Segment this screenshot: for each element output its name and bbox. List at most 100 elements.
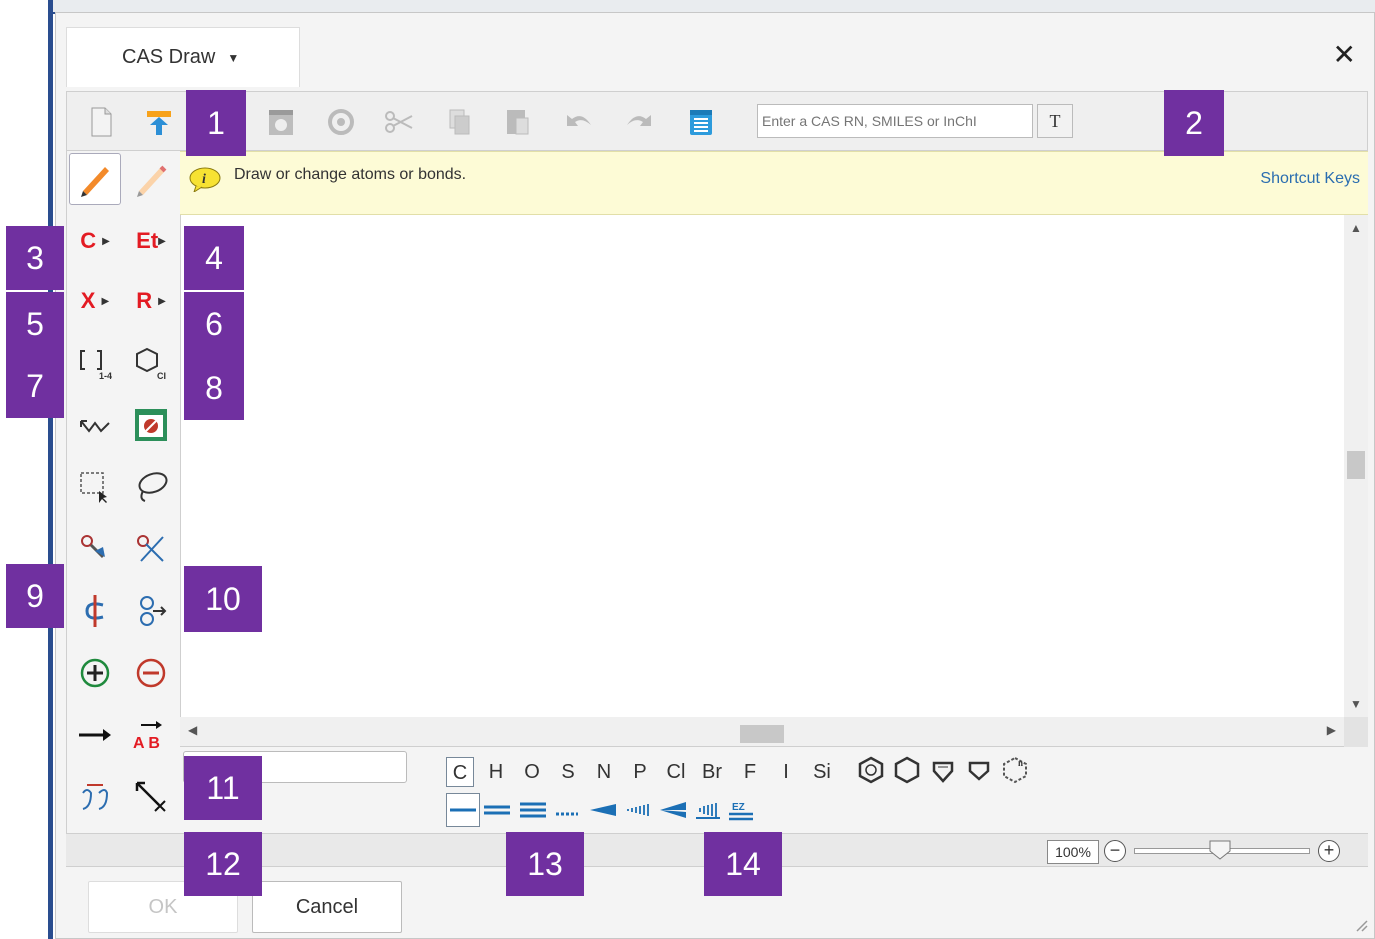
triple-bond-button[interactable] [516, 793, 550, 827]
vertical-scroll-thumb[interactable] [1347, 451, 1365, 479]
pentagon-ring-icon[interactable] [964, 755, 994, 785]
ring-search-tool[interactable]: CI [125, 337, 177, 389]
positive-charge-tool[interactable] [69, 647, 121, 699]
pencil-tool-button[interactable] [69, 153, 121, 205]
zoom-in-button[interactable]: + [1318, 840, 1340, 862]
drawing-canvas[interactable] [180, 215, 1344, 717]
benzene-ring-icon[interactable] [856, 755, 886, 785]
atom-o-button[interactable]: O [518, 757, 546, 787]
hashed-wedge-bond-button[interactable] [620, 793, 654, 827]
double-wedge-bond-button[interactable] [656, 793, 690, 827]
atom-h-button[interactable]: H [482, 757, 510, 787]
new-document-icon[interactable] [81, 102, 121, 142]
repeating-group-tool[interactable]: 1-4 [69, 337, 121, 389]
close-button[interactable]: ✕ [1333, 41, 1356, 69]
scissors-icon[interactable] [379, 102, 419, 142]
callout-6: 6 [184, 292, 244, 356]
copy-icon[interactable] [439, 102, 479, 142]
callout-12: 12 [184, 832, 262, 896]
eraser-pencil-tool-button[interactable] [125, 153, 177, 205]
hint-text: Draw or change atoms or bonds. [234, 166, 467, 183]
attach-bond-tool[interactable] [69, 523, 121, 575]
single-bond-button[interactable] [446, 793, 480, 827]
left-tool-palette: C ▶ Et ▶ X ▶ R ▶ 1-4 CI A B [66, 151, 180, 833]
carbon-atom-tool[interactable]: C ▶ [69, 215, 121, 267]
any-bond-button[interactable] [550, 793, 584, 827]
lasso-select-tool[interactable] [125, 461, 177, 513]
negative-charge-tool[interactable] [125, 647, 177, 699]
text-to-structure-icon: T [1049, 110, 1061, 131]
atom-n-button[interactable]: N [590, 757, 618, 787]
zoom-slider-thumb[interactable] [1208, 839, 1232, 861]
info-icon: i [189, 167, 221, 192]
callout-11: 11 [184, 756, 262, 820]
chain-tool[interactable] [69, 399, 121, 451]
atom-i-button[interactable]: I [772, 757, 800, 787]
horizontal-scroll-thumb[interactable] [740, 725, 784, 743]
atom-f-button[interactable]: F [736, 757, 764, 787]
callout-2: 2 [1164, 90, 1224, 156]
search-structure-button[interactable]: T [1037, 104, 1073, 138]
zoom-out-button[interactable]: − [1104, 840, 1126, 862]
callout-7: 7 [6, 354, 64, 418]
r-group-tool[interactable]: R ▶ [125, 275, 177, 327]
svg-text:EZ: EZ [732, 802, 745, 813]
callout-14: 14 [704, 832, 782, 896]
cas-search-input[interactable] [757, 104, 1033, 138]
backdrop-sidebar-edge [48, 0, 53, 939]
chevron-down-icon: ▼ [227, 50, 240, 65]
atom-br-button[interactable]: Br [698, 757, 726, 787]
scroll-left-arrow-icon[interactable]: ◀ [188, 723, 197, 737]
callout-13: 13 [506, 832, 584, 896]
callout-10: 10 [184, 566, 262, 632]
hint-bar: i Draw or change atoms or bonds. Shortcu… [180, 151, 1368, 215]
reaction-arrow-tool[interactable] [69, 709, 121, 761]
atom-s-button[interactable]: S [554, 757, 582, 787]
reaction-role-tool[interactable]: A B [125, 709, 177, 761]
cyclohexane-ring-icon[interactable] [892, 755, 922, 785]
cyclopentane-ring-icon[interactable] [928, 755, 958, 785]
ez-bond-button[interactable]: EZ [724, 793, 758, 827]
tab-cas-draw[interactable]: CAS Draw ▼ [66, 27, 300, 87]
wedge-bond-button[interactable] [586, 793, 620, 827]
redo-icon[interactable] [619, 102, 659, 142]
atom-c-button[interactable]: C [446, 757, 474, 787]
atom-cl-button[interactable]: Cl [662, 757, 690, 787]
atom-p-button[interactable]: P [626, 757, 654, 787]
halogen-tool[interactable]: X ▶ [69, 275, 121, 327]
atom-bond-palette: C H O S N P Cl Br F I Si n EZ [180, 747, 1368, 833]
vertical-scrollbar[interactable]: ▲ ▼ [1344, 215, 1368, 717]
zoom-level[interactable]: 100% [1047, 840, 1099, 864]
paste-icon[interactable] [497, 102, 537, 142]
atom-si-button[interactable]: Si [808, 757, 836, 787]
marquee-select-tool[interactable] [69, 461, 121, 513]
template-window-tool[interactable] [125, 399, 177, 451]
double-bond-button[interactable] [480, 793, 514, 827]
callout-9: 9 [6, 564, 64, 628]
callout-5: 5 [6, 292, 64, 356]
svg-text:n: n [1018, 758, 1023, 768]
ethyl-group-tool[interactable]: Et ▶ [125, 215, 177, 267]
double-hashed-bond-button[interactable] [690, 793, 724, 827]
atom-mapping-tool[interactable] [69, 771, 121, 823]
center-icon[interactable] [321, 102, 361, 142]
cancel-button[interactable]: Cancel [252, 881, 402, 933]
scroll-right-arrow-icon[interactable]: ▶ [1327, 723, 1336, 737]
scroll-up-arrow-icon[interactable]: ▲ [1344, 221, 1368, 235]
stereo-center-tool[interactable] [69, 585, 121, 637]
delete-tool[interactable] [125, 771, 177, 823]
horizontal-scrollbar[interactable]: ◀ ▶ [180, 717, 1344, 747]
svg-text:1-4: 1-4 [99, 371, 112, 381]
ring-fusion-tool[interactable] [125, 585, 177, 637]
scroll-down-arrow-icon[interactable]: ▼ [1344, 697, 1368, 711]
cut-bond-tool[interactable] [125, 523, 177, 575]
undo-icon[interactable] [559, 102, 599, 142]
import-icon[interactable] [139, 102, 179, 142]
structure-list-icon[interactable] [681, 102, 721, 142]
n-ring-icon[interactable]: n [1000, 755, 1030, 785]
svg-text:A B: A B [133, 735, 160, 752]
callout-3: 3 [6, 226, 64, 290]
shortcut-keys-link[interactable]: Shortcut Keys [1260, 170, 1360, 188]
resize-grip-icon[interactable] [1354, 918, 1368, 932]
template-icon[interactable] [261, 102, 301, 142]
